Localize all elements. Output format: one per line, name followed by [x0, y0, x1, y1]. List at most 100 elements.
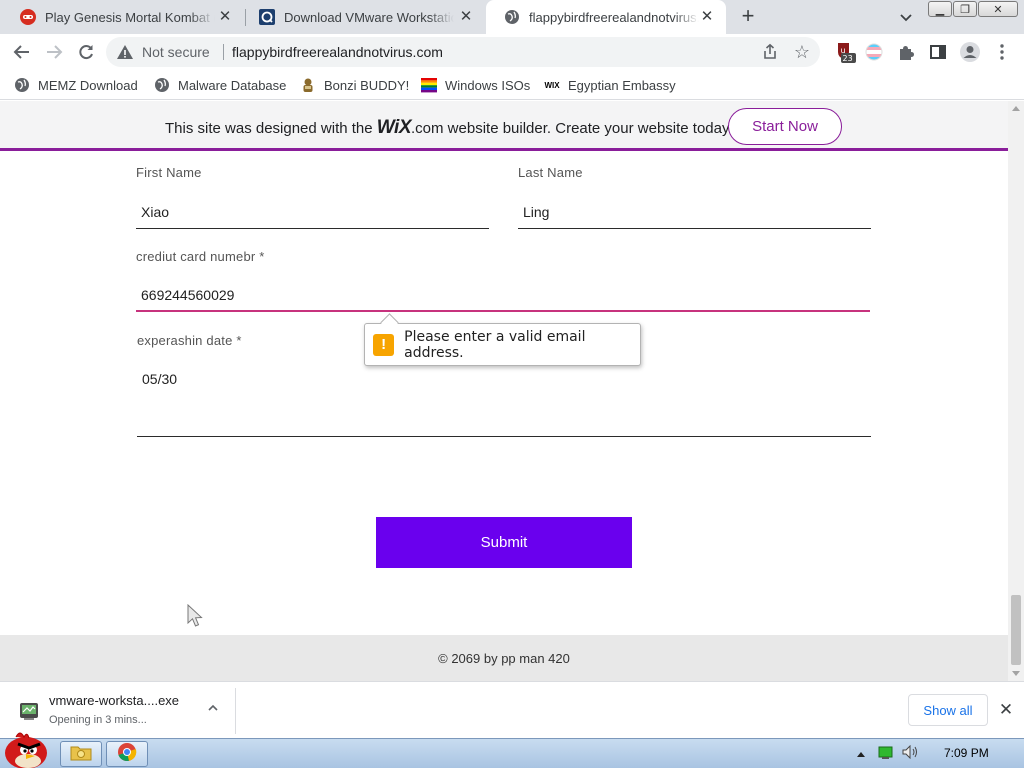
new-tab-button[interactable]: +: [737, 5, 759, 27]
minimize-button[interactable]: ▁: [928, 1, 952, 17]
taskbar-explorer-button[interactable]: [60, 741, 102, 767]
copyright-text: © 2069 by pp man 420: [438, 650, 570, 666]
web-page: This site was designed with the WiX.com …: [0, 101, 1008, 681]
browser-toolbar: Not secure flappybirdfreerealandnotvirus…: [0, 34, 1024, 70]
last-name-value: Ling: [523, 204, 550, 220]
system-tray: [856, 743, 920, 765]
scrollbar-thumb[interactable]: [1011, 595, 1021, 665]
bookmark-label: Windows ISOs: [445, 77, 531, 93]
show-hidden-icons-icon[interactable]: [856, 745, 866, 763]
globe-icon: [154, 77, 170, 93]
extension-shield-icon[interactable]: u 23: [834, 40, 858, 64]
kebab-menu-icon[interactable]: [990, 40, 1014, 64]
windows-taskbar: 7:09 PM: [0, 732, 1024, 768]
bookmark-windows-isos[interactable]: Windows ISOs: [421, 76, 530, 94]
download-status: Opening in 3 mins...: [49, 714, 147, 726]
tab-title: Play Genesis Mortal Kombat (W: [45, 9, 215, 25]
bookmark-label: MEMZ Download: [38, 77, 138, 93]
close-icon[interactable]: ✕: [996, 700, 1016, 720]
folder-icon: [70, 743, 92, 766]
wix-ad-banner: This site was designed with the WiX.com …: [0, 101, 1008, 151]
chevron-down-icon[interactable]: [896, 7, 916, 27]
side-panel-icon[interactable]: [926, 40, 950, 64]
download-item[interactable]: vmware-worksta....exe Opening in 3 mins.…: [10, 688, 236, 734]
vmware-icon: [259, 9, 275, 25]
show-all-button[interactable]: Show all: [908, 694, 988, 726]
bookmark-label: Egyptian Embassy: [568, 77, 676, 93]
chevron-up-icon[interactable]: [205, 702, 221, 718]
bookmark-label: Bonzi BUDDY!: [324, 77, 410, 93]
tab-mortal-kombat[interactable]: Play Genesis Mortal Kombat (W ✕: [2, 0, 244, 34]
submit-button[interactable]: Submit: [376, 517, 632, 568]
restore-button[interactable]: ❐: [953, 1, 977, 17]
download-shelf: vmware-worksta....exe Opening in 3 mins.…: [0, 681, 1024, 738]
mouse-cursor-icon: [187, 604, 203, 627]
reload-icon[interactable]: [74, 40, 98, 64]
taskbar-chrome-button[interactable]: [106, 741, 148, 767]
globe-icon: [14, 77, 30, 93]
globe-icon: [504, 9, 520, 25]
puzzle-icon[interactable]: [894, 40, 918, 64]
close-icon[interactable]: ✕: [698, 8, 716, 26]
banner-text-before: This site was designed with the: [165, 120, 373, 137]
trans-flag-extension-icon[interactable]: [862, 40, 886, 64]
first-name-field[interactable]: Xiao: [136, 193, 489, 229]
chrome-icon: [117, 742, 137, 767]
bookmark-star-icon[interactable]: ☆: [792, 42, 812, 62]
card-number-label: crediut card numebr *: [136, 249, 265, 264]
close-window-button[interactable]: ✕: [978, 1, 1018, 17]
wix-logo: WiX: [376, 117, 412, 138]
first-name-label: First Name: [136, 165, 202, 180]
omnibox-divider: [223, 44, 224, 60]
close-icon[interactable]: ✕: [216, 8, 234, 26]
card-number-field[interactable]: 669244560029: [136, 276, 870, 312]
page-footer: © 2069 by pp man 420: [0, 635, 1008, 681]
scroll-down-arrow[interactable]: [1012, 671, 1020, 676]
bonzi-icon: [300, 77, 316, 93]
tab-title: flappybirdfreerealandnotvirus.: [529, 9, 699, 25]
bookmarks-bar: MEMZ Download Malware Database Bonzi BUD…: [0, 70, 1024, 100]
warning-triangle-icon[interactable]: [116, 43, 134, 61]
battery-icon[interactable]: [878, 745, 894, 764]
banner-text-after: .com website builder. Create your websit…: [411, 120, 733, 137]
installer-file-icon: [18, 700, 40, 722]
forward-icon[interactable]: [42, 40, 66, 64]
bookmark-memz[interactable]: MEMZ Download: [14, 76, 138, 94]
validation-tooltip: ! Please enter a valid email address.: [364, 323, 641, 366]
bookmark-label: Malware Database: [178, 77, 287, 93]
back-icon[interactable]: [10, 40, 34, 64]
url-text[interactable]: flappybirdfreerealandnotvirus.com: [232, 44, 443, 60]
scroll-up-arrow[interactable]: [1012, 106, 1020, 111]
exclamation-icon: !: [373, 333, 395, 356]
wix-icon: WIX: [544, 80, 560, 90]
tab-strip: Play Genesis Mortal Kombat (W ✕ Download…: [0, 0, 1024, 34]
security-label[interactable]: Not secure: [142, 44, 210, 60]
first-name-value: Xiao: [141, 204, 170, 220]
share-icon[interactable]: [761, 43, 779, 61]
last-name-label: Last Name: [518, 165, 583, 180]
bookmark-malware-database[interactable]: Malware Database: [154, 76, 286, 94]
tab-vmware[interactable]: Download VMware Workstatio ✕: [241, 0, 485, 34]
gamepad-icon: [20, 9, 36, 25]
last-name-field[interactable]: Ling: [518, 193, 871, 229]
profile-avatar-icon[interactable]: [958, 40, 982, 64]
extension-badge: 23: [843, 54, 853, 63]
tab-title: Download VMware Workstatio: [284, 9, 454, 25]
bookmark-bonzi-buddy[interactable]: Bonzi BUDDY!: [300, 76, 409, 94]
close-icon[interactable]: ✕: [457, 8, 475, 26]
card-number-value: 669244560029: [141, 287, 235, 303]
expiry-date-value: 05/30: [142, 371, 178, 387]
start-button-angry-bird-icon[interactable]: [2, 729, 50, 768]
address-bar[interactable]: Not secure flappybirdfreerealandnotvirus…: [106, 37, 820, 67]
validation-message: Please enter a valid email address.: [404, 328, 586, 361]
taskbar-clock[interactable]: 7:09 PM: [944, 746, 989, 760]
banner-text: This site was designed with the WiX.com …: [165, 117, 733, 139]
page-scrollbar[interactable]: [1008, 101, 1024, 681]
bookmark-egyptian-embassy[interactable]: WIX Egyptian Embassy: [544, 76, 676, 94]
expiry-date-label: experashin date *: [137, 333, 242, 348]
start-now-button[interactable]: Start Now: [728, 108, 842, 145]
rainbow-flag-icon: [421, 77, 437, 93]
tab-flappybird[interactable]: flappybirdfreerealandnotvirus. ✕: [486, 0, 726, 34]
volume-icon[interactable]: [902, 744, 920, 764]
download-filename: vmware-worksta....exe: [49, 693, 180, 708]
